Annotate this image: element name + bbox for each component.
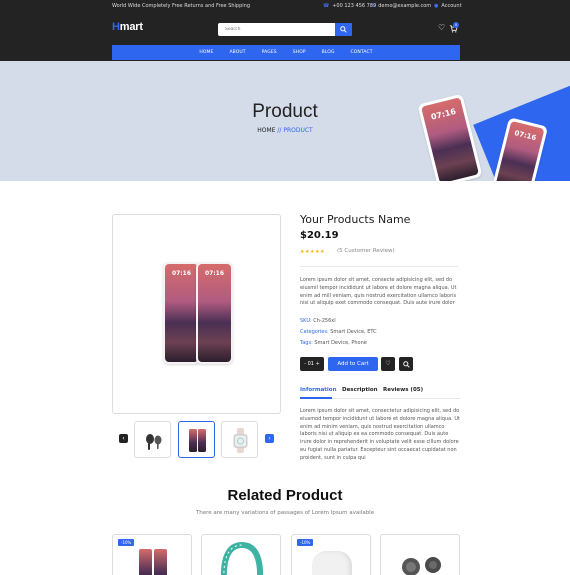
discount-badge: -10% xyxy=(297,539,314,546)
thumb-prev-button[interactable]: ‹ xyxy=(119,434,128,443)
breadcrumb-home[interactable]: HOME xyxy=(257,127,275,134)
active-tab-underline xyxy=(300,397,332,399)
tab-content: Lorem ipsum dolor sit amet, consectetur … xyxy=(300,408,460,461)
product-phone-image-2: 07:16 xyxy=(196,262,233,364)
related-product-card[interactable] xyxy=(380,534,460,575)
breadcrumb: HOME // PRODUCT xyxy=(0,127,570,134)
tab-description[interactable]: Description xyxy=(342,387,378,393)
smart-speaker-image xyxy=(312,551,352,575)
tab-information[interactable]: Information xyxy=(300,387,337,393)
sku-row: SKU: Ch-256xl xyxy=(300,318,336,324)
cart-count-badge: 0 xyxy=(453,22,459,28)
nav-blog[interactable]: BLOG xyxy=(314,50,343,55)
header: World Wide Completely Free Returns and F… xyxy=(0,0,570,61)
page-title: Product xyxy=(252,101,318,122)
phone-image xyxy=(139,549,152,575)
qty-increase-button[interactable]: + xyxy=(316,361,320,367)
wishlist-button[interactable]: ♡ xyxy=(381,357,395,371)
tab-reviews[interactable]: Reviews (05) xyxy=(383,387,423,393)
account-link[interactable]: ● Account xyxy=(434,3,462,9)
related-product-card[interactable]: -10% xyxy=(112,534,192,575)
categories-row: Categories: Smart Device, ETC xyxy=(300,329,377,335)
page-banner: 07:16 07:16 Product HOME // PRODUCT xyxy=(0,61,570,181)
nav-shop[interactable]: SHOP xyxy=(285,50,314,55)
smartwatch-image xyxy=(233,428,248,453)
wishlist-icon[interactable]: ♡ xyxy=(438,24,445,32)
search-icon xyxy=(402,360,410,368)
search-bar xyxy=(218,23,352,36)
tags-value[interactable]: Smart Device, Phone xyxy=(314,340,366,346)
quick-view-button[interactable] xyxy=(399,357,413,371)
add-to-cart-button[interactable]: Add to Cart xyxy=(328,357,378,371)
email-address: demo@example.com xyxy=(378,3,432,9)
account-label: Account xyxy=(441,3,462,9)
thumbnail-watch[interactable] xyxy=(221,421,258,458)
phone-thumb-image-2 xyxy=(198,429,206,452)
logo-h: H xyxy=(112,21,120,33)
related-subtitle: There are many variations of passages of… xyxy=(195,510,375,516)
thumbnail-earbuds[interactable] xyxy=(134,421,171,458)
thumb-next-button[interactable]: › xyxy=(265,434,274,443)
quantity-stepper[interactable]: - 01 + xyxy=(300,357,324,371)
mail-icon: ✉ xyxy=(371,3,376,9)
phone-clock: 07:16 xyxy=(171,270,192,277)
tags-label: Tags: xyxy=(300,340,313,346)
earbuds-image xyxy=(402,557,441,575)
discount-badge: -10% xyxy=(118,539,135,546)
promo-text: World Wide Completely Free Returns and F… xyxy=(112,3,251,9)
divider xyxy=(300,266,458,267)
product-price: $20.19 xyxy=(300,230,339,241)
tags-row: Tags: Smart Device, Phone xyxy=(300,340,367,346)
qty-decrease-button[interactable]: - xyxy=(304,361,306,367)
phone-number: +00 123 456 789 xyxy=(332,3,377,9)
categories-value[interactable]: Smart Device, ETC xyxy=(330,329,376,335)
search-icon xyxy=(340,26,347,33)
review-count[interactable]: (5 Customer Review) xyxy=(337,248,395,254)
user-icon: ● xyxy=(434,3,439,9)
phone-clock: 07:16 xyxy=(204,270,225,277)
email-contact[interactable]: ✉ demo@example.com xyxy=(371,3,431,9)
related-title: Related Product xyxy=(227,487,343,504)
nav-pages[interactable]: PAGES xyxy=(254,50,285,55)
categories-label: Categories: xyxy=(300,329,329,335)
qty-value[interactable]: 01 xyxy=(308,361,314,367)
star-icon: ★ xyxy=(319,249,325,255)
phone-icon: ☎ xyxy=(323,3,330,9)
phone-thumb-image xyxy=(189,429,197,452)
phone-image-2 xyxy=(154,549,167,575)
related-product-card[interactable]: -10% xyxy=(291,534,371,575)
phone-contact[interactable]: ☎ +00 123 456 789 xyxy=(323,3,376,9)
headphones-image xyxy=(220,541,264,575)
nav-about[interactable]: ABOUT xyxy=(221,50,253,55)
product-description: Lorem ipsum dolor sit amet, consecte adi… xyxy=(300,277,457,307)
sku-label: SKU: xyxy=(300,318,312,324)
nav-home[interactable]: HOME xyxy=(191,50,221,55)
product-phone-image: 07:16 xyxy=(163,262,200,364)
logo[interactable]: Hmart xyxy=(112,21,143,33)
product-main-image[interactable]: 07:16 07:16 xyxy=(112,214,281,414)
search-input[interactable] xyxy=(218,23,335,36)
breadcrumb-current: PRODUCT xyxy=(283,127,313,134)
earbuds-image xyxy=(146,434,162,450)
star-rating: ★★★★★ xyxy=(300,249,325,255)
heart-icon: ♡ xyxy=(385,360,391,367)
phone-screen: 07:16 xyxy=(165,264,198,362)
search-button[interactable] xyxy=(335,23,352,36)
phone-screen: 07:16 xyxy=(198,264,231,362)
sku-value: Ch-256xl xyxy=(313,318,336,324)
logo-text: mart xyxy=(119,21,143,33)
main-nav: HOME ABOUT PAGES SHOP BLOG CONTACT xyxy=(112,45,460,60)
thumbnail-phone[interactable] xyxy=(178,421,215,458)
nav-contact[interactable]: CONTACT xyxy=(343,50,381,55)
related-product-card[interactable] xyxy=(201,534,281,575)
product-name: Your Products Name xyxy=(300,213,411,226)
